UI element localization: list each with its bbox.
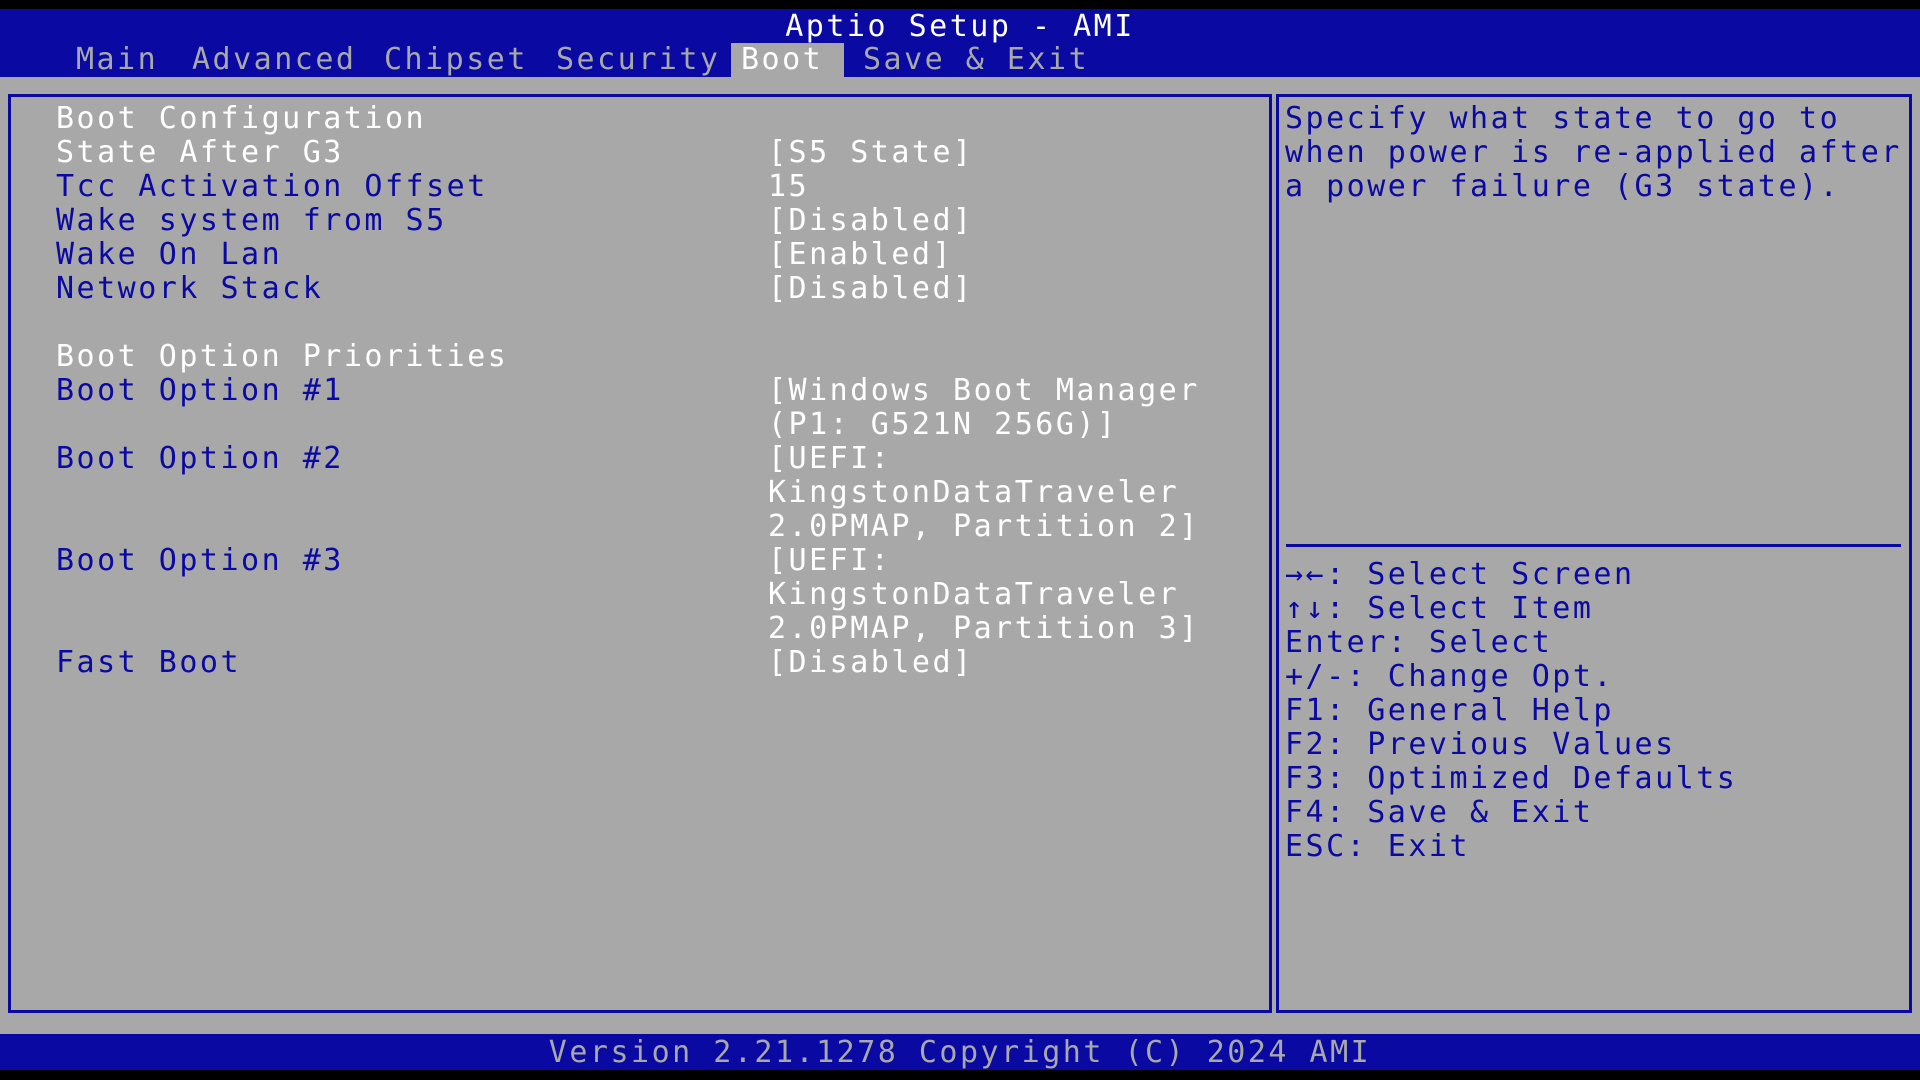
- key-hint-optimized-defaults: F3: Optimized Defaults: [1285, 761, 1738, 796]
- key-hint-change-opt: +/-: Change Opt.: [1285, 659, 1614, 694]
- boot-option-3-value-line-3[interactable]: 2.0PMAP, Partition 3]: [768, 612, 1200, 646]
- app-title: Aptio Setup - AMI: [785, 9, 1135, 44]
- boot-option-2-value-line-2[interactable]: KingstonDataTraveler: [768, 476, 1179, 510]
- wake-on-lan-label[interactable]: Wake On Lan: [56, 238, 282, 272]
- fast-boot-value[interactable]: [Disabled]: [768, 646, 974, 680]
- section-boot-option-priorities: Boot Option Priorities: [56, 339, 509, 374]
- key-hint-select-screen: →←: Select Screen: [1285, 557, 1635, 592]
- tab-bar: Main Advanced Chipset Security Boot Save…: [0, 43, 1920, 77]
- title-bar: Aptio Setup - AMI Main Advanced Chipset …: [0, 9, 1920, 77]
- boot-option-2-label[interactable]: Boot Option #2: [56, 442, 344, 476]
- boot-option-1-label[interactable]: Boot Option #1: [56, 374, 344, 408]
- state-after-g3-value[interactable]: [S5 State]: [768, 136, 974, 170]
- boot-option-2-value-line-3[interactable]: 2.0PMAP, Partition 2]: [768, 510, 1200, 544]
- fast-boot-label[interactable]: Fast Boot: [56, 646, 241, 680]
- tab-save-exit[interactable]: Save & Exit: [853, 43, 1099, 77]
- wake-system-from-s5-label[interactable]: Wake system from S5: [56, 204, 447, 238]
- main-area: Boot Configuration State After G3 [S5 St…: [0, 77, 1920, 1034]
- tcc-activation-offset-value[interactable]: 15: [768, 170, 809, 204]
- network-stack-label[interactable]: Network Stack: [56, 272, 323, 306]
- help-text-line-1: Specify what state to go to: [1285, 101, 1841, 136]
- tab-chipset[interactable]: Chipset: [374, 43, 538, 77]
- wake-system-from-s5-value[interactable]: [Disabled]: [768, 204, 974, 238]
- help-text-line-3: a power failure (G3 state).: [1285, 169, 1841, 204]
- network-stack-value[interactable]: [Disabled]: [768, 272, 974, 306]
- tab-main[interactable]: Main: [66, 43, 168, 77]
- key-hint-previous-values: F2: Previous Values: [1285, 727, 1676, 762]
- key-hint-save-exit: F4: Save & Exit: [1285, 795, 1594, 830]
- boot-option-3-label[interactable]: Boot Option #3: [56, 544, 344, 578]
- tab-boot[interactable]: Boot: [731, 43, 844, 77]
- state-after-g3-label[interactable]: State After G3: [56, 136, 344, 170]
- boot-option-2-value-line-1[interactable]: [UEFI:: [768, 442, 891, 476]
- wake-on-lan-value[interactable]: [Enabled]: [768, 238, 953, 272]
- boot-option-1-value-line-1[interactable]: [Windows Boot Manager: [768, 374, 1200, 408]
- help-divider: [1286, 544, 1901, 547]
- settings-panel: Boot Configuration State After G3 [S5 St…: [8, 94, 1272, 1013]
- key-hint-enter-select: Enter: Select: [1285, 625, 1553, 660]
- boot-option-1-value-line-2[interactable]: (P1: G521N 256G)]: [768, 408, 1118, 442]
- help-text-line-2: when power is re-applied after: [1285, 135, 1902, 170]
- version-footer: Version 2.21.1278 Copyright (C) 2024 AMI: [0, 1034, 1920, 1070]
- boot-option-3-value-line-2[interactable]: KingstonDataTraveler: [768, 578, 1179, 612]
- key-hint-general-help: F1: General Help: [1285, 693, 1614, 728]
- boot-option-3-value-line-1[interactable]: [UEFI:: [768, 544, 891, 578]
- key-hint-select-item: ↑↓: Select Item: [1285, 591, 1594, 626]
- tab-advanced[interactable]: Advanced: [182, 43, 367, 77]
- key-hint-esc-exit: ESC: Exit: [1285, 829, 1471, 864]
- help-panel: Specify what state to go to when power i…: [1276, 94, 1912, 1013]
- tcc-activation-offset-label[interactable]: Tcc Activation Offset: [56, 170, 488, 204]
- section-boot-configuration: Boot Configuration: [56, 101, 427, 136]
- tab-security[interactable]: Security: [546, 43, 731, 77]
